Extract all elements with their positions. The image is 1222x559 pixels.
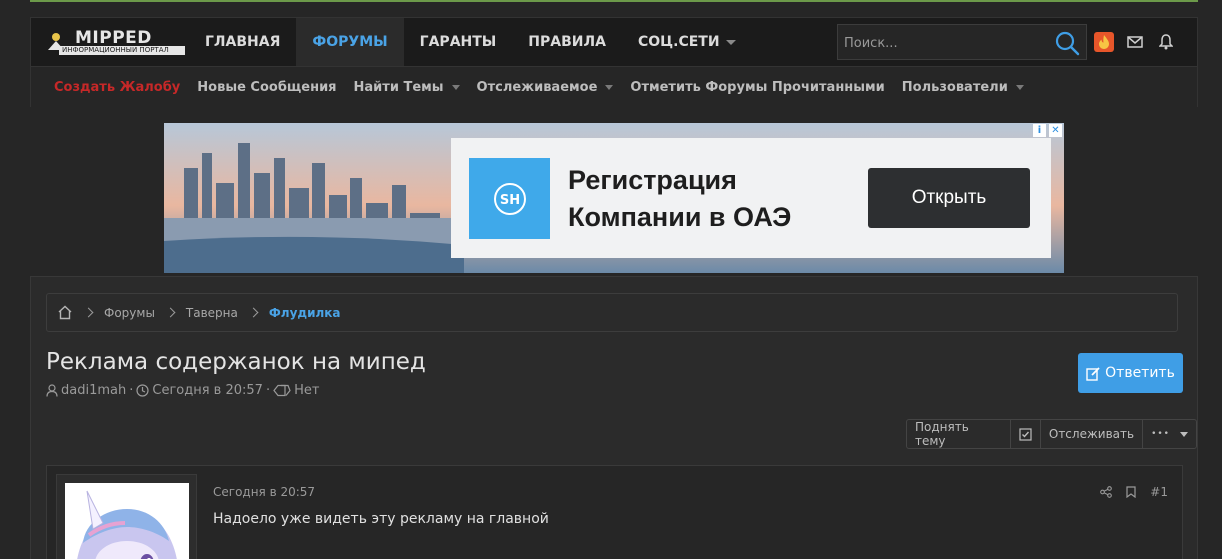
search-box — [837, 24, 1087, 60]
ad-headline-line1: Регистрация — [568, 165, 737, 195]
chevron-down-icon[interactable] — [1015, 84, 1024, 90]
nav-home[interactable]: ГЛАВНАЯ — [189, 18, 296, 66]
chevron-right-icon — [165, 307, 176, 318]
clock-icon — [136, 384, 149, 397]
tags-icon — [273, 384, 291, 397]
subnav-members-label: Пользователи — [901, 79, 1008, 95]
breadcrumb-tavern[interactable]: Таверна — [186, 306, 238, 320]
site-header: MIPPED ИНФОРМАЦИОННЫЙ ПОРТАЛ ГЛАВНАЯ ФОР… — [30, 17, 1198, 67]
mark-checkbox-button[interactable] — [1011, 420, 1041, 448]
more-menu-button[interactable]: ••• — [1143, 420, 1196, 448]
bookmark-icon[interactable] — [1126, 486, 1136, 498]
avatar[interactable] — [65, 483, 189, 559]
main-nav: ГЛАВНАЯ ФОРУМЫ ГАРАНТЫ ПРАВИЛА СОЦ.СЕТИ — [189, 18, 752, 66]
flame-app-icon[interactable] — [1093, 31, 1115, 53]
avatar-image — [65, 483, 189, 559]
subnav-find-threads[interactable]: Найти Темы — [354, 80, 460, 95]
watch-thread-button[interactable]: Отслеживать — [1041, 420, 1144, 448]
ad-info-icon[interactable]: i — [1033, 124, 1046, 137]
user-icon — [46, 384, 58, 397]
page-title: Реклама содержанок на мипед — [46, 349, 426, 375]
ad-brand-mark: SH — [499, 193, 519, 208]
breadcrumb-forums[interactable]: Форумы — [104, 306, 155, 320]
checkbox-icon — [1019, 427, 1032, 441]
nav-guarantors[interactable]: ГАРАНТЫ — [404, 18, 513, 66]
ad-close-icon[interactable]: ✕ — [1049, 124, 1062, 137]
ad-headline: Регистрация Компании в ОАЭ — [568, 162, 858, 236]
subnav-members[interactable]: Пользователи — [902, 80, 1024, 95]
site-logo[interactable]: MIPPED ИНФОРМАЦИОННЫЙ ПОРТАЛ — [45, 27, 185, 57]
subnav-create-complaint[interactable]: Создать Жалобу — [54, 80, 180, 95]
meta-separator: · — [265, 383, 271, 398]
ad-panel: SH Регистрация Компании в ОАЭ Открыть — [451, 138, 1051, 258]
ad-choices: i ✕ — [1033, 124, 1062, 137]
main-content: Форумы Таверна Флудилка Реклама содержан… — [30, 276, 1198, 559]
post-body: Надоело уже видеть эту рекламу на главно… — [213, 511, 549, 527]
post-actions: #1 — [1100, 485, 1168, 499]
post-user-cell — [56, 474, 197, 559]
logo-word: MIPPED — [75, 28, 152, 48]
nav-social-label: СОЦ.СЕТИ — [637, 34, 720, 50]
sub-nav: Создать Жалобу Новые Сообщения Найти Тем… — [30, 67, 1198, 107]
reply-button[interactable]: Ответить — [1078, 353, 1183, 393]
home-icon[interactable] — [57, 305, 73, 320]
chevron-down-icon[interactable] — [605, 84, 614, 90]
reply-button-label: Ответить — [1105, 365, 1175, 381]
ad-brand-logo: SH — [469, 158, 550, 239]
ad-open-button[interactable]: Открыть — [868, 168, 1030, 228]
thread-tags: Нет — [273, 383, 319, 398]
search-input[interactable] — [844, 33, 1044, 53]
share-icon[interactable] — [1100, 486, 1113, 498]
thread-author[interactable]: dadi1mah — [46, 383, 126, 398]
thread-author-name: dadi1mah — [61, 383, 127, 398]
thread-actions: Поднять тему Отслеживать ••• — [906, 419, 1197, 449]
chevron-down-icon — [1180, 431, 1188, 437]
subnav-watched-label: Отслеживаемое — [476, 79, 598, 95]
ad-headline-line2: Компании в ОАЭ — [568, 202, 792, 232]
post-date[interactable]: Сегодня в 20:57 — [213, 485, 315, 499]
subnav-new-posts[interactable]: Новые Сообщения — [197, 80, 336, 95]
ad-banner[interactable]: SH Регистрация Компании в ОАЭ Открыть i … — [164, 123, 1064, 273]
chevron-right-icon — [248, 307, 259, 318]
subnav-find-threads-label: Найти Темы — [353, 79, 444, 95]
thread-time-label: Сегодня в 20:57 — [152, 383, 263, 398]
bump-thread-button[interactable]: Поднять тему — [907, 420, 1011, 448]
nav-social[interactable]: СОЦ.СЕТИ — [622, 18, 752, 66]
breadcrumb-flood[interactable]: Флудилка — [269, 306, 341, 320]
bell-icon[interactable] — [1155, 31, 1177, 53]
post-number[interactable]: #1 — [1150, 485, 1168, 499]
top-accent-line — [30, 0, 1198, 2]
search-icon[interactable] — [1054, 30, 1080, 56]
logo-tagline: ИНФОРМАЦИОННЫЙ ПОРТАЛ — [59, 46, 185, 55]
post-item: Сегодня в 20:57 Надоело уже видеть эту р… — [46, 465, 1183, 559]
chevron-down-icon[interactable] — [451, 84, 460, 90]
breadcrumb: Форумы Таверна Флудилка — [46, 293, 1178, 332]
thread-time[interactable]: Сегодня в 20:57 — [136, 383, 263, 398]
chevron-right-icon — [83, 307, 94, 318]
nav-rules[interactable]: ПРАВИЛА — [512, 18, 622, 66]
subnav-mark-read[interactable]: Отметить Форумы Прочитанными — [630, 80, 884, 95]
edit-icon — [1086, 366, 1100, 381]
thread-meta: dadi1mah · Сегодня в 20:57 · Нет — [46, 383, 319, 398]
mail-icon[interactable] — [1124, 31, 1146, 53]
nav-forums[interactable]: ФОРУМЫ — [296, 18, 404, 66]
subnav-watched[interactable]: Отслеживаемое — [477, 80, 614, 95]
meta-separator: · — [129, 383, 134, 398]
more-icon: ••• — [1151, 429, 1170, 439]
thread-tags-value: Нет — [294, 383, 320, 398]
chevron-down-icon[interactable] — [725, 39, 736, 45]
